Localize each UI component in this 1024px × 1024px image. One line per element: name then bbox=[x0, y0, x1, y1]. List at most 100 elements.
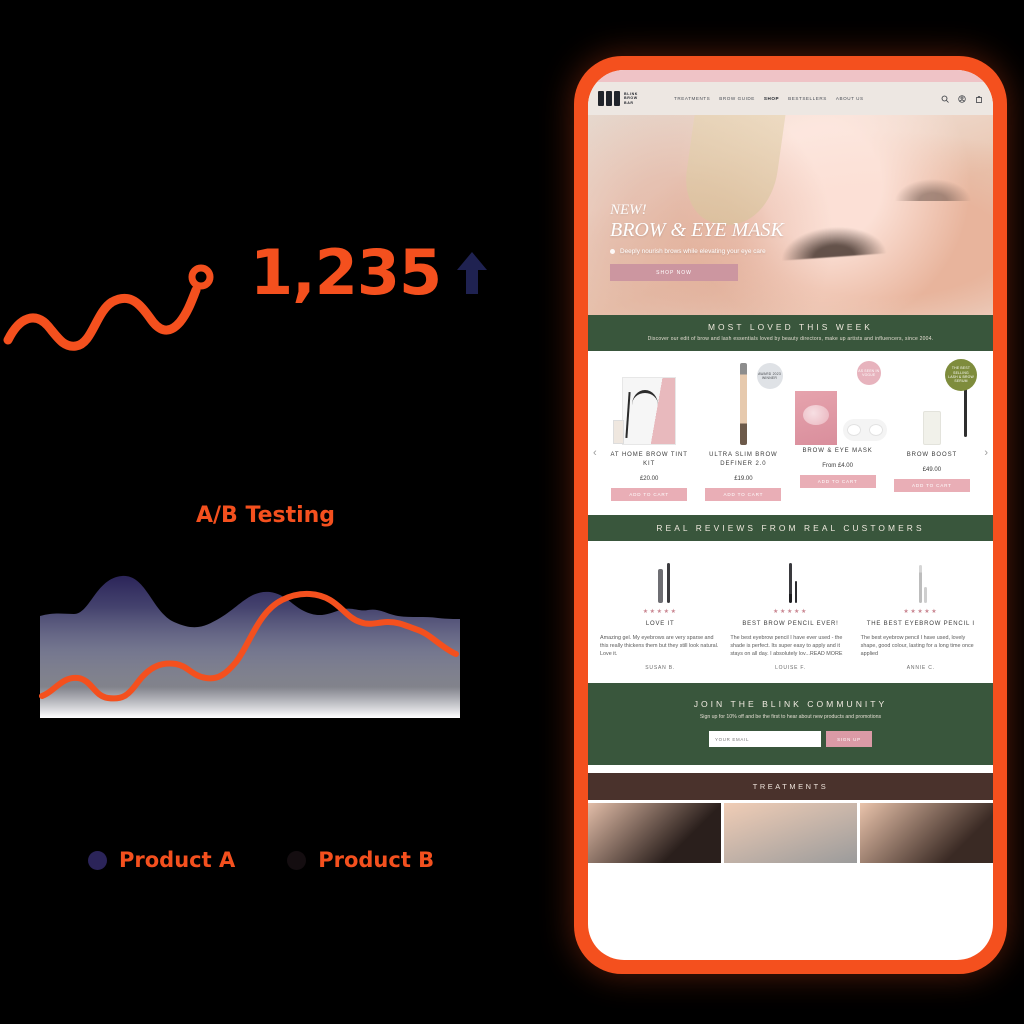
squiggle-trend-line bbox=[3, 264, 214, 351]
most-loved-title: MOST LOVED THIS WEEK bbox=[707, 322, 873, 332]
header-icons bbox=[941, 94, 983, 103]
product-badge: AS SEEN IN VOGUE bbox=[856, 361, 881, 385]
most-loved-subtitle: Discover our edit of brow and lash essen… bbox=[647, 336, 934, 342]
community-signup-section: JOIN THE BLINK COMMUNITY Sign up for 10%… bbox=[588, 683, 993, 765]
product-card[interactable]: THE BEST SELLING LASH & BROW SERUM BROW … bbox=[885, 357, 979, 501]
analytics-panel: 1,235 A/B Testing Product A Product B bbox=[0, 0, 520, 1024]
nav-item-bestsellers[interactable]: BESTSELLERS bbox=[788, 96, 827, 101]
review-card: ★★★★★ LOVE IT Amazing gel. My eyebrows a… bbox=[600, 551, 720, 671]
product-name: ULTRA SLIM BROW DEFINER 2.0 bbox=[709, 452, 778, 467]
account-icon[interactable] bbox=[958, 94, 966, 103]
review-product-image bbox=[861, 551, 981, 603]
product-image: AWARD 2023 WINNER bbox=[696, 357, 790, 445]
screenshot-root: 1,235 A/B Testing Product A Product B BL… bbox=[0, 0, 1024, 1024]
logo-line-3: BAR bbox=[624, 100, 634, 105]
review-stars: ★★★★★ bbox=[642, 609, 678, 615]
hero-lash-decor-2 bbox=[888, 175, 978, 201]
add-to-cart-button[interactable]: ADD TO CART bbox=[893, 479, 970, 492]
product-name: BROW & EYE MASK bbox=[802, 448, 873, 454]
hero-content: NEW! BROW & EYE MASK Deeply nourish brow… bbox=[610, 203, 840, 281]
legend-dot-product-b bbox=[287, 850, 307, 870]
ab-testing-chart bbox=[34, 566, 466, 750]
treatment-image[interactable] bbox=[860, 803, 993, 863]
nav-item-shop[interactable]: SHOP bbox=[764, 96, 779, 101]
review-author: ANNIE C. bbox=[906, 665, 935, 671]
community-form: SIGN UP bbox=[602, 731, 979, 747]
add-to-cart-button[interactable]: ADD TO CART bbox=[799, 475, 876, 488]
review-body: Amazing gel. My eyebrows are very sparse… bbox=[600, 635, 719, 657]
hero-shop-now-button[interactable]: SHOP NOW bbox=[610, 264, 738, 281]
treatment-image[interactable] bbox=[724, 803, 857, 863]
logo-line-1: BLINK bbox=[624, 91, 638, 96]
review-author: LOUISE F. bbox=[775, 665, 806, 671]
community-subtitle: Sign up for 10% off and be the first to … bbox=[699, 714, 882, 720]
product-price: £49.00 bbox=[922, 467, 942, 473]
review-product-image bbox=[730, 551, 850, 603]
phone-mockup: BLINK BROW BAR TREATMENTS BROW GUIDE SHO… bbox=[574, 56, 1007, 974]
bag-icon[interactable] bbox=[975, 95, 983, 103]
site-logo[interactable]: BLINK BROW BAR bbox=[598, 91, 638, 106]
product-price: £20.00 bbox=[639, 476, 659, 482]
product-image bbox=[602, 357, 696, 445]
product-image: AS SEEN IN VOGUE bbox=[791, 357, 887, 445]
metric-value: 1,235 bbox=[250, 236, 442, 309]
review-stars: ★★★★★ bbox=[773, 609, 808, 615]
product-price: £19.00 bbox=[734, 476, 753, 482]
chart-legend: Product A Product B bbox=[88, 848, 434, 872]
review-title: BEST BROW PENCIL EVER! bbox=[742, 621, 839, 627]
logo-wordmark: BLINK BROW BAR bbox=[624, 92, 638, 106]
product-price: From £4.00 bbox=[822, 463, 853, 469]
product-card[interactable]: AS SEEN IN VOGUE BROW & EYE MASK From £4… bbox=[791, 357, 887, 501]
site-header: BLINK BROW BAR TREATMENTS BROW GUIDE SHO… bbox=[588, 82, 993, 115]
legend-item-product-a[interactable]: Product A bbox=[88, 848, 235, 872]
carousel-prev-icon[interactable]: ‹ bbox=[593, 447, 597, 459]
legend-label-product-b: Product B bbox=[318, 848, 435, 872]
add-to-cart-button[interactable]: ADD TO CART bbox=[705, 488, 782, 501]
logo-blocks-icon bbox=[598, 91, 620, 106]
nav-item-brow-guide[interactable]: BROW GUIDE bbox=[719, 96, 755, 101]
hero-eyebrow: NEW! bbox=[610, 202, 647, 218]
nav-item-about-us[interactable]: ABOUT US bbox=[836, 96, 864, 101]
hero-title: BROW & EYE MASK bbox=[610, 219, 784, 241]
product-card[interactable]: AT HOME BROW TINT KIT £20.00 ADD TO CART bbox=[602, 357, 696, 501]
treatments-gallery bbox=[588, 800, 993, 863]
reviews-title: REAL REVIEWS FROM REAL CUSTOMERS bbox=[656, 523, 925, 533]
arrow-up-icon bbox=[457, 252, 488, 294]
chart-svg bbox=[39, 575, 460, 718]
review-author: SUSAN B. bbox=[645, 665, 676, 671]
phone-screen: BLINK BROW BAR TREATMENTS BROW GUIDE SHO… bbox=[588, 70, 993, 960]
product-card[interactable]: AWARD 2023 WINNER ULTRA SLIM BROW DEFINE… bbox=[696, 357, 790, 501]
email-input[interactable] bbox=[709, 731, 821, 747]
product-badge: THE BEST SELLING LASH & BROW SERUM bbox=[945, 359, 977, 391]
search-icon[interactable] bbox=[941, 95, 949, 103]
carousel-next-icon[interactable]: › bbox=[984, 447, 988, 459]
product-badge: AWARD 2023 WINNER bbox=[756, 363, 783, 389]
legend-item-product-b[interactable]: Product B bbox=[287, 848, 434, 872]
legend-label-product-a: Product A bbox=[119, 848, 236, 872]
metric-block: 1,235 bbox=[250, 242, 489, 304]
treatments-title: TREATMENTS bbox=[588, 773, 993, 800]
announcement-bar bbox=[588, 70, 993, 82]
review-product-image bbox=[600, 551, 720, 603]
product-name: AT HOME BROW TINT KIT bbox=[610, 452, 688, 467]
logo-line-2: BROW bbox=[624, 96, 638, 101]
review-card: ★★★★★ THE BEST EYEBROW PENCIL I The best… bbox=[861, 551, 981, 671]
add-to-cart-button[interactable]: ADD TO CART bbox=[611, 488, 688, 501]
review-body: The best eyebrow pencil I have ever used… bbox=[730, 635, 843, 657]
review-title: THE BEST EYEBROW PENCIL I bbox=[866, 621, 975, 627]
section-divider bbox=[588, 765, 993, 773]
most-loved-band: MOST LOVED THIS WEEK Discover our edit o… bbox=[588, 315, 993, 351]
legend-dot-product-a bbox=[88, 850, 107, 870]
main-nav: TREATMENTS BROW GUIDE SHOP BESTSELLERS A… bbox=[674, 96, 864, 101]
hero-banner: NEW! BROW & EYE MASK Deeply nourish brow… bbox=[588, 115, 993, 315]
product-carousel: ‹ › AT HOME BROW TINT KIT £20.00 ADD TO … bbox=[588, 351, 993, 515]
treatment-image[interactable] bbox=[588, 803, 721, 863]
review-body: The best eyebrow pencil I have used, lov… bbox=[860, 635, 974, 657]
review-title: LOVE IT bbox=[645, 621, 675, 627]
sign-up-button[interactable]: SIGN UP bbox=[826, 731, 872, 747]
product-image: THE BEST SELLING LASH & BROW SERUM bbox=[885, 357, 979, 445]
nav-item-treatments[interactable]: TREATMENTS bbox=[674, 96, 710, 101]
review-stars: ★★★★★ bbox=[903, 609, 939, 615]
ab-testing-label: A/B Testing bbox=[196, 503, 336, 528]
community-title: JOIN THE BLINK COMMUNITY bbox=[693, 699, 888, 709]
